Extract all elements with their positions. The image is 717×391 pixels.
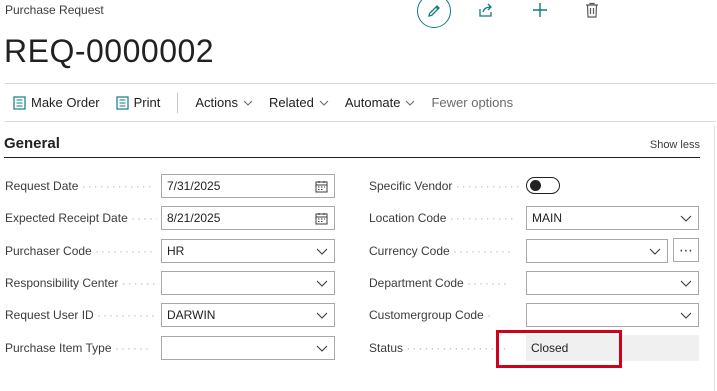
document-icon (13, 95, 26, 110)
record-title: REQ-0000002 (4, 33, 215, 69)
chevron-down-icon (316, 248, 328, 255)
chevron-down-icon (649, 248, 661, 255)
make-order-label: Make Order (31, 95, 100, 110)
chevron-down-icon (316, 312, 328, 319)
section-title: General (4, 135, 60, 152)
chevron-down-icon (319, 100, 329, 106)
automate-label: Automate (344, 95, 401, 110)
status-value: Closed (526, 335, 699, 361)
responsibility-center-label: Responsibility Center ······ (5, 276, 157, 290)
print-label: Print (133, 95, 161, 110)
specific-vendor-toggle[interactable] (526, 177, 560, 194)
purchaser-code-select[interactable]: HR (161, 239, 335, 263)
chevron-down-icon (243, 100, 253, 106)
calendar-icon[interactable] (315, 212, 328, 225)
share-button[interactable] (469, 0, 503, 24)
status-label: Status ················· (369, 341, 509, 355)
department-code-label: Department Code ······· (369, 276, 510, 290)
new-button[interactable] (523, 0, 557, 24)
request-user-id-select[interactable]: DARWIN (161, 303, 335, 327)
actions-label: Actions (195, 95, 239, 110)
chevron-down-icon (680, 215, 692, 222)
chevron-down-icon (680, 312, 692, 319)
location-code-select[interactable]: MAIN (526, 206, 699, 230)
chevron-down-icon (316, 345, 328, 352)
pencil-icon (428, 5, 440, 17)
fewer-options-label: Fewer options (431, 95, 514, 110)
purchase-item-type-select[interactable] (161, 336, 335, 360)
location-code-label: Location Code ··········· (369, 211, 516, 225)
action-bar: Make Order Print Actions Related Automat… (5, 83, 716, 122)
page-caption: Purchase Request (5, 3, 104, 17)
expected-receipt-date-field[interactable]: 8/21/2025 (161, 206, 335, 230)
general-section-header: General Show less (4, 134, 700, 158)
fewer-options-button[interactable]: Fewer options (423, 84, 521, 121)
edit-button[interactable] (417, 0, 451, 28)
action-bar-divider (177, 92, 179, 113)
calendar-icon[interactable] (315, 180, 328, 193)
trash-icon (586, 2, 598, 18)
show-less-link[interactable]: Show less (650, 139, 700, 151)
request-date-field[interactable]: 7/31/2025 (161, 174, 335, 198)
scroll-rule (714, 126, 715, 391)
make-order-button[interactable]: Make Order (5, 84, 108, 121)
specific-vendor-label: Specific Vendor ··········· (369, 179, 521, 193)
top-actions (417, 0, 617, 28)
expected-receipt-date-label: Expected Receipt Date ····· (5, 211, 157, 225)
document-icon (116, 95, 129, 110)
purchaser-code-label: Purchaser Code ·········· (5, 244, 156, 258)
currency-code-label: Currency Code ·········· (369, 244, 514, 258)
chevron-down-icon (680, 280, 692, 287)
request-user-id-label: Request User ID ·········· (5, 308, 157, 322)
customergroup-code-label: Customergroup Code · (369, 308, 494, 322)
department-code-select[interactable] (526, 271, 699, 295)
currency-lookup-button[interactable]: ⋯ (673, 238, 699, 262)
print-button[interactable]: Print (108, 84, 169, 121)
request-date-label: Request Date ············ (5, 179, 154, 193)
ellipsis-icon: ⋯ (679, 241, 693, 258)
customergroup-code-select[interactable] (526, 303, 699, 327)
responsibility-center-select[interactable] (161, 271, 335, 295)
chevron-down-icon (316, 280, 328, 287)
purchase-item-type-label: Purchase Item Type ······ (5, 341, 151, 355)
currency-code-select[interactable] (526, 239, 668, 263)
related-label: Related (269, 95, 314, 110)
actions-menu[interactable]: Actions (187, 84, 261, 121)
plus-icon (533, 3, 547, 17)
chevron-down-icon (406, 100, 415, 106)
automate-menu[interactable]: Automate (337, 84, 424, 121)
delete-button[interactable] (575, 0, 609, 24)
share-icon (479, 3, 492, 17)
toggle-knob (530, 180, 541, 191)
related-menu[interactable]: Related (261, 84, 337, 121)
